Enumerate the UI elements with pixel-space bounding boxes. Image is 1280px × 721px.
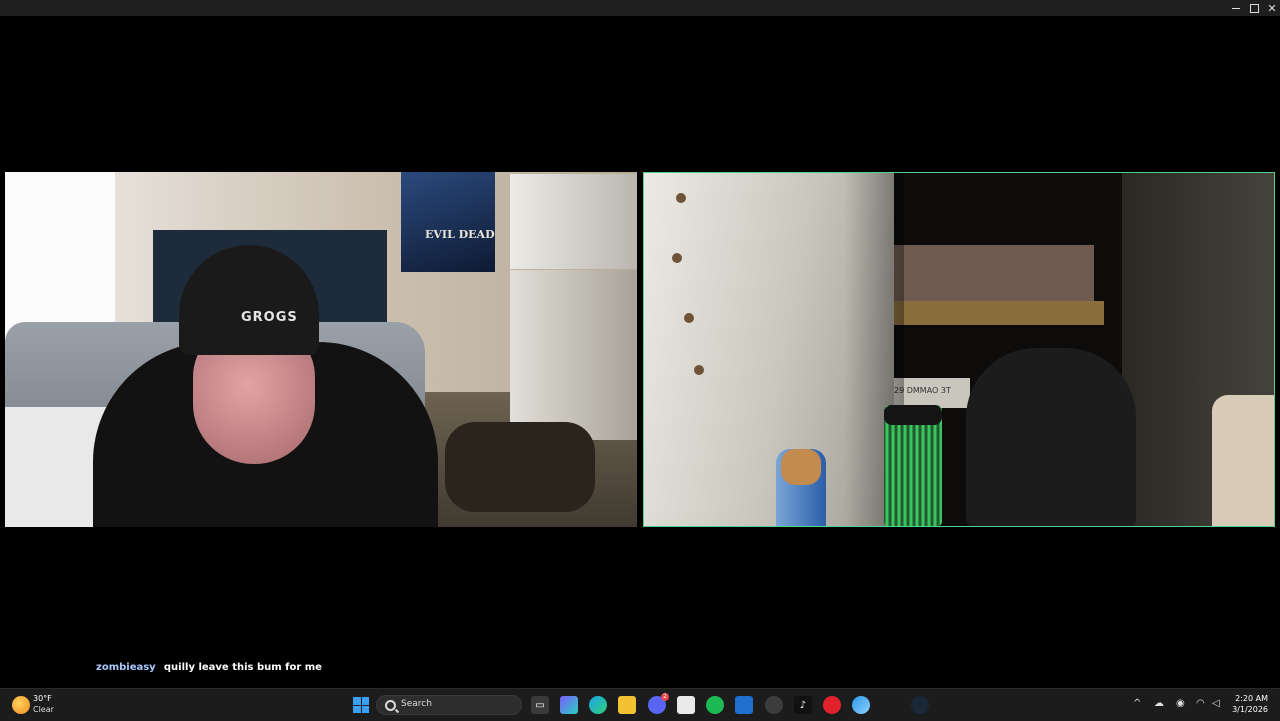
minimize-icon[interactable] xyxy=(1226,0,1246,16)
search-box[interactable]: Search xyxy=(376,695,522,715)
maximize-icon[interactable] xyxy=(1244,0,1264,16)
movie-poster: EVIL DEAD xyxy=(401,172,495,272)
onedrive-icon[interactable]: ☁ xyxy=(1154,698,1164,709)
copilot-icon[interactable] xyxy=(560,696,578,714)
windows-start-icon[interactable] xyxy=(352,696,370,714)
bottle-cork xyxy=(781,449,821,485)
shirt-button xyxy=(672,253,682,263)
browser-icon[interactable] xyxy=(852,696,870,714)
store-icon[interactable] xyxy=(677,696,695,714)
shirt-button xyxy=(694,365,704,375)
clock-time[interactable]: 2:20 AM xyxy=(1232,694,1268,703)
search-icon xyxy=(385,700,396,711)
search-placeholder: Search xyxy=(401,699,432,709)
clock-date[interactable]: 3/1/2026 xyxy=(1228,705,1268,714)
task-view-icon[interactable]: ▭ xyxy=(531,696,549,714)
speaker-icon[interactable]: ◁ xyxy=(1212,698,1220,709)
poster-text: EVIL DEAD xyxy=(425,228,495,241)
beanie-text: GROGS xyxy=(241,310,298,325)
weather-icon[interactable] xyxy=(12,696,30,714)
window-title-bar: ✕ xyxy=(0,0,1280,16)
video-tile-left[interactable]: EVIL DEAD GROGS xyxy=(5,172,637,527)
video-tile-right-active[interactable]: 29 DMMAO 3T xyxy=(643,172,1275,527)
file-explorer-icon[interactable] xyxy=(618,696,636,714)
edge-icon[interactable] xyxy=(589,696,607,714)
taskbar: 30°F Clear Search ▭ 2 ♪ ^ ☁ ◉ ◠ ◁ 2:20 A… xyxy=(0,688,1280,721)
steam-icon[interactable] xyxy=(911,696,929,714)
discord-icon[interactable]: 2 xyxy=(648,693,669,714)
lamp-cap xyxy=(884,405,942,425)
microphone-icon[interactable]: ◉ xyxy=(1176,698,1185,709)
spotify-icon[interactable] xyxy=(706,696,724,714)
chat-app-icon[interactable] xyxy=(765,696,783,714)
tiktok-icon[interactable]: ♪ xyxy=(794,696,812,714)
chat-text: quilly leave this bum for me xyxy=(163,662,322,673)
weather-temp[interactable]: 30°F xyxy=(33,694,52,703)
floor-clothes xyxy=(445,422,595,512)
shirt-button xyxy=(684,313,694,323)
fridge-door xyxy=(510,270,637,440)
wifi-icon[interactable]: ◠ xyxy=(1196,698,1205,709)
fridge-freezer xyxy=(510,174,637,269)
opera-icon[interactable] xyxy=(823,696,841,714)
bed-frame xyxy=(884,301,1104,325)
jar xyxy=(1212,395,1274,526)
discord-badge: 2 xyxy=(661,693,669,701)
close-icon[interactable]: ✕ xyxy=(1262,0,1280,16)
chat-message: zombieasy quilly leave this bum for me xyxy=(96,662,322,673)
chat-username[interactable]: zombieasy xyxy=(96,662,156,673)
chevron-up-icon[interactable]: ^ xyxy=(1133,698,1141,709)
shirt-button xyxy=(676,193,686,203)
chair xyxy=(966,348,1136,526)
outlook-icon[interactable] xyxy=(735,696,753,714)
weather-condition[interactable]: Clear xyxy=(33,705,54,714)
